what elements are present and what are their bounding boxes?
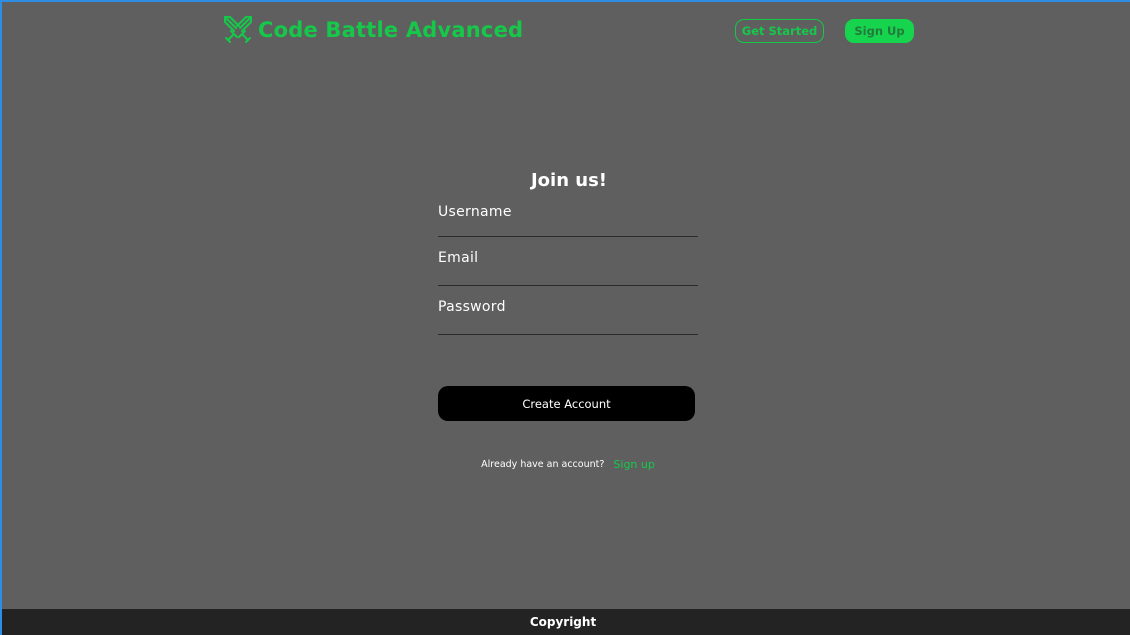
copyright-text: Copyright [529,615,597,629]
brand-title: Code Battle Advanced [258,18,524,42]
footer: Copyright [2,609,1130,635]
password-field[interactable]: Password [438,286,698,335]
create-account-button[interactable]: Create Account [438,386,695,421]
username-field[interactable]: Username [438,201,698,237]
username-input[interactable] [438,201,698,236]
already-account-text: Already have an account? [481,459,605,470]
signin-link[interactable]: Sign up [613,458,654,471]
brand[interactable]: Code Battle Advanced [222,14,523,46]
crossed-swords-icon [224,16,252,43]
signin-prompt: Already have an account? Sign up [438,458,698,471]
page: Code Battle Advanced Get Started Sign Up… [0,0,1130,635]
navbar: Code Battle Advanced Get Started Sign Up [2,2,1130,60]
password-input[interactable] [438,286,698,334]
signup-button[interactable]: Sign Up [845,19,914,43]
form-title: Join us! [530,170,608,191]
email-input[interactable] [438,237,698,285]
email-field[interactable]: Email [438,237,698,286]
get-started-button[interactable]: Get Started [735,19,824,43]
signup-form: Join us! Username Email Password Create … [438,170,698,471]
